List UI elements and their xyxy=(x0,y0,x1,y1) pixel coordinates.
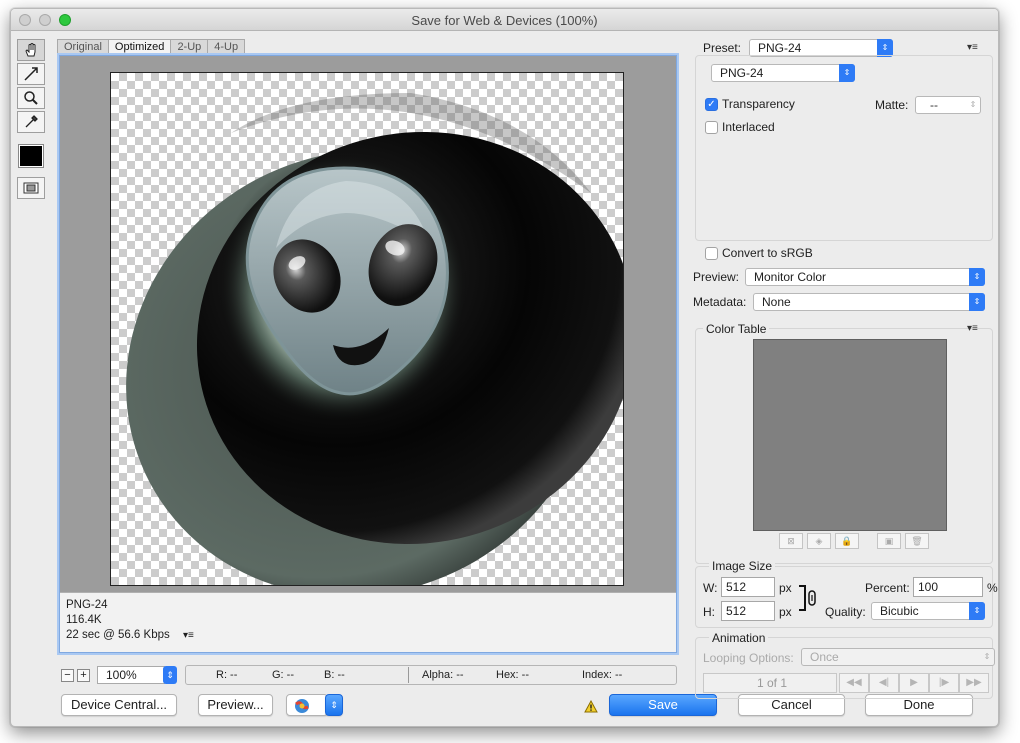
percent-unit: % xyxy=(987,581,998,595)
play-icon[interactable]: ▶ xyxy=(899,673,929,693)
transparency-checkbox[interactable]: ✓ xyxy=(705,98,718,111)
green-readout: G: -- xyxy=(272,669,294,681)
next-frame-icon[interactable]: |▶ xyxy=(929,673,959,693)
metadata-label: Metadata: xyxy=(693,295,747,309)
chevron-updown-icon: ⇕ xyxy=(969,100,977,109)
optimized-info-panel: PNG-24 116.4K 22 sec @ 56.6 Kbps ▾≡ xyxy=(60,592,676,652)
web-shift-icon[interactable]: ◈ xyxy=(807,533,831,549)
eyedropper-color-swatch[interactable] xyxy=(18,144,44,168)
red-readout: R: -- xyxy=(216,669,238,681)
chevron-updown-icon: ⇕ xyxy=(839,64,855,82)
eyedropper-icon[interactable] xyxy=(17,111,45,133)
height-input[interactable]: 512 xyxy=(721,601,775,621)
download-speed-menu-icon[interactable]: ▾≡ xyxy=(183,630,194,641)
percent-input[interactable]: 100 xyxy=(913,577,983,597)
convert-srgb-label: Convert to sRGB xyxy=(722,246,813,260)
previous-frame-icon[interactable]: ◀| xyxy=(869,673,899,693)
browser-select[interactable] xyxy=(286,694,328,716)
width-unit: px xyxy=(779,581,792,595)
index-readout: Index: -- xyxy=(582,669,623,681)
last-frame-icon[interactable]: ▶▶ xyxy=(959,673,989,693)
output-size-text: 116.4K xyxy=(66,614,102,626)
lock-color-icon[interactable]: 🔒 xyxy=(835,533,859,549)
tab-optimized[interactable]: Optimized xyxy=(107,39,172,55)
transparency-label: Transparency xyxy=(722,97,795,111)
matte-select[interactable]: -- ⇕ xyxy=(915,96,981,114)
tab-2-up[interactable]: 2-Up xyxy=(170,39,209,55)
map-transparent-icon[interactable]: ⊠ xyxy=(779,533,803,549)
color-table-swatches[interactable] xyxy=(753,339,947,531)
constrain-proportions-link-icon[interactable] xyxy=(799,584,819,612)
zoom-in-button[interactable]: + xyxy=(77,669,90,682)
preview-color-select[interactable]: Monitor Color ⇕ xyxy=(745,268,985,286)
new-color-icon[interactable]: ▣ xyxy=(877,533,901,549)
view-tabs: Original Optimized 2-Up 4-Up xyxy=(57,39,246,55)
image-size-label: Image Size xyxy=(709,559,776,573)
height-label: H: xyxy=(703,605,715,619)
blue-readout: B: -- xyxy=(324,669,345,681)
device-central-button[interactable]: Device Central... xyxy=(61,694,177,716)
browser-select-arrow[interactable]: ⇕ xyxy=(325,694,343,716)
slice-select-icon[interactable] xyxy=(17,63,45,85)
status-bar: − + 100% ⇕ R: -- G: -- B: -- Alpha: -- H… xyxy=(59,665,677,687)
warning-icon xyxy=(584,700,598,713)
save-for-web-window: Save for Web & Devices (100%) Original O… xyxy=(10,8,999,727)
slice-visibility-icon[interactable] xyxy=(17,177,45,199)
frame-counter: 1 of 1 xyxy=(703,673,837,693)
zoom-level-stepper[interactable]: ⇕ xyxy=(163,666,177,684)
resample-quality-select[interactable]: Bicubic ⇕ xyxy=(871,602,985,620)
hex-readout: Hex: -- xyxy=(496,669,529,681)
preset-label: Preset: xyxy=(703,41,742,55)
color-readout: R: -- G: -- B: -- Alpha: -- Hex: -- Inde… xyxy=(185,665,677,685)
browser-icon xyxy=(295,699,309,713)
settings-panel: Preset: PNG-24 ⇕ ▾≡ PNG-24 ⇕ ✓ Transparenc… xyxy=(689,37,998,726)
zoom-icon[interactable] xyxy=(17,87,45,109)
color-table-menu-icon[interactable]: ▾≡ xyxy=(967,323,978,334)
percent-label: Percent: xyxy=(865,581,910,595)
height-unit: px xyxy=(779,605,792,619)
interlaced-checkbox[interactable] xyxy=(705,121,718,134)
alpha-readout: Alpha: -- xyxy=(422,669,464,681)
animation-label: Animation xyxy=(709,631,769,645)
width-input[interactable]: 512 xyxy=(721,577,775,597)
width-label: W: xyxy=(703,581,718,595)
file-format-select[interactable]: PNG-24 ⇕ xyxy=(711,64,855,82)
alien-ball-image xyxy=(126,93,623,585)
image-canvas[interactable] xyxy=(110,72,624,586)
chevron-updown-icon: ⇕ xyxy=(969,602,985,620)
color-table-label: Color Table xyxy=(703,322,770,336)
tab-original[interactable]: Original xyxy=(57,39,109,55)
preview-label: Preview: xyxy=(693,270,740,284)
tab-4-up[interactable]: 4-Up xyxy=(207,39,246,55)
interlaced-label: Interlaced xyxy=(722,120,775,134)
zoom-out-button[interactable]: − xyxy=(61,669,74,682)
preview-button[interactable]: Preview... xyxy=(198,694,273,716)
matte-label: Matte: xyxy=(875,98,909,112)
title-bar: Save for Web & Devices (100%) xyxy=(11,9,998,31)
preset-menu-icon[interactable]: ▾≡ xyxy=(967,42,978,53)
looping-options-label: Looping Options: xyxy=(703,651,794,665)
convert-srgb-checkbox[interactable] xyxy=(705,247,718,260)
download-time-text: 22 sec @ 56.6 Kbps xyxy=(66,629,170,641)
delete-color-icon[interactable]: 🗑 xyxy=(905,533,929,549)
window-title: Save for Web & Devices (100%) xyxy=(411,13,598,28)
hand-icon[interactable] xyxy=(17,39,45,61)
format-options-group xyxy=(695,55,993,241)
looping-options-select[interactable]: Once ⇕ xyxy=(801,648,995,666)
chevron-updown-icon: ⇕ xyxy=(969,293,985,311)
chevron-updown-icon: ⇕ xyxy=(983,652,991,661)
metadata-select[interactable]: None ⇕ xyxy=(753,293,985,311)
output-format-text: PNG-24 xyxy=(66,599,108,611)
optimized-preview-pane[interactable]: PNG-24 116.4K 22 sec @ 56.6 Kbps ▾≡ xyxy=(59,55,677,653)
first-frame-icon[interactable]: ◀◀ xyxy=(839,673,869,693)
zoom-level-field[interactable]: 100% xyxy=(97,666,165,684)
tool-strip xyxy=(17,39,47,201)
chevron-updown-icon: ⇕ xyxy=(969,268,985,286)
quality-label: Quality: xyxy=(825,605,866,619)
